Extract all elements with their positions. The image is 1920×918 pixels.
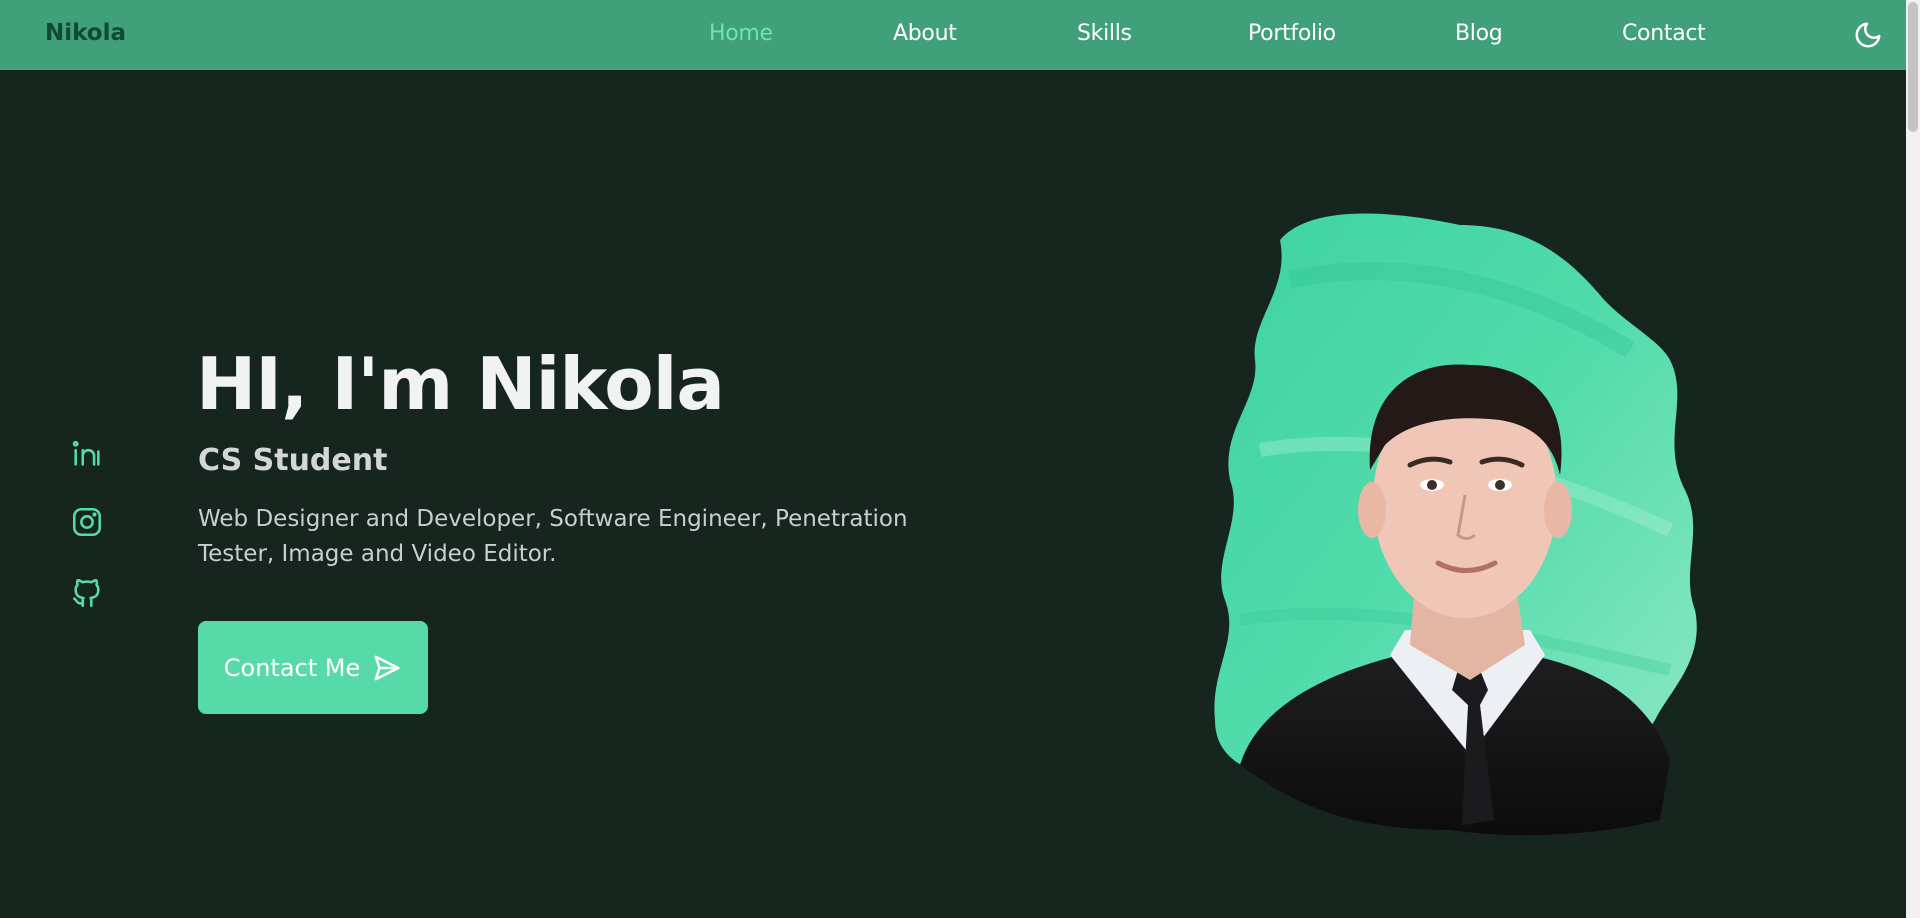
hero-description: Web Designer and Developer, Software Eng… [198,506,908,567]
nav-contact[interactable]: Contact [1622,21,1706,46]
nav-blog[interactable]: Blog [1455,21,1503,46]
contact-me-label: Contact Me [223,653,361,682]
moon-icon[interactable] [1853,20,1883,50]
instagram-icon[interactable] [70,505,104,539]
page: Nikola Home About Skills Portfolio Blog … [0,0,1920,918]
hero-title: HI, I'm Nikola [196,342,725,426]
profile-portrait [1200,200,1740,840]
header-bar: Nikola Home About Skills Portfolio Blog … [0,0,1906,70]
github-icon[interactable] [70,576,104,610]
contact-me-button[interactable]: Contact Me [198,621,428,714]
send-icon [374,655,400,680]
nav-home[interactable]: Home [709,21,773,46]
page-scrollbar[interactable] [1906,0,1920,918]
nav-about[interactable]: About [893,21,957,46]
scrollbar-thumb[interactable] [1908,2,1918,132]
nav-skills[interactable]: Skills [1077,21,1132,46]
nav-portfolio[interactable]: Portfolio [1248,21,1336,46]
hero-subtitle: CS Student [198,443,388,478]
site-logo[interactable]: Nikola [45,20,126,46]
linkedin-icon[interactable] [70,436,104,470]
